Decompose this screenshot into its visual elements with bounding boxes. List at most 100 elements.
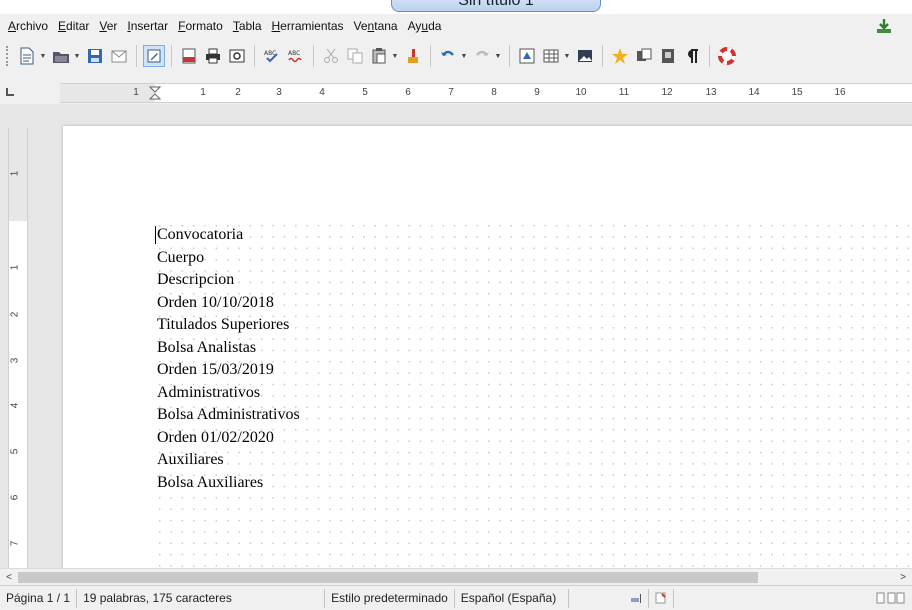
menu-insertar[interactable]: Insertar (122, 19, 173, 33)
ruler-left-margin (60, 84, 155, 102)
spellcheck-icon[interactable]: ABC (261, 45, 283, 67)
vruler-label: 3 (9, 357, 21, 364)
menu-formato[interactable]: Formato (173, 19, 228, 33)
document-page[interactable]: Convocatoria Cuerpo Descripcion Orden 10… (63, 126, 912, 568)
save-icon[interactable] (84, 45, 106, 67)
text-line[interactable]: Administrativos (157, 382, 300, 405)
vruler-label: 7 (9, 540, 21, 547)
insert-table-icon[interactable] (540, 45, 562, 67)
draw-functions-icon[interactable] (609, 45, 631, 67)
undo-icon[interactable] (437, 45, 459, 67)
ruler-row: 1 1 2 3 4 5 6 7 8 9 10 11 12 13 14 15 16 (0, 74, 912, 104)
text-line[interactable]: Descripcion (157, 269, 300, 292)
ruler-label: 7 (448, 87, 454, 98)
ruler-label: 3 (276, 87, 282, 98)
email-icon[interactable] (108, 45, 130, 67)
ruler-label: 6 (405, 87, 411, 98)
help-lifebuoy-icon[interactable] (716, 45, 738, 67)
horizontal-scrollbar[interactable]: < > (0, 568, 912, 585)
toolbar-separator (602, 45, 603, 67)
insert-image-icon[interactable] (574, 45, 596, 67)
ruler-label: 1 (133, 87, 139, 98)
document-area: 1 1 2 3 4 5 6 7 Convocatoria Cuerpo Desc… (0, 104, 912, 568)
toolbar-separator (430, 45, 431, 67)
print-preview-icon[interactable] (226, 45, 248, 67)
word-count[interactable]: 19 palabras, 175 caracteres (77, 588, 326, 608)
toolbar-separator (313, 45, 314, 67)
table-dropdown-icon[interactable]: ▼ (563, 45, 571, 67)
text-line[interactable]: Orden 15/03/2019 (157, 359, 300, 382)
text-line[interactable]: Bolsa Auxiliares (157, 472, 300, 495)
vruler-label: 6 (9, 494, 21, 501)
undo-dropdown-icon[interactable]: ▼ (460, 45, 468, 67)
ruler-label: 8 (491, 87, 497, 98)
view-layout-icon[interactable] (870, 589, 912, 608)
document-text[interactable]: Convocatoria Cuerpo Descripcion Orden 10… (157, 224, 300, 494)
menu-editar[interactable]: Editar (53, 19, 94, 33)
ruler-label: 16 (834, 87, 846, 98)
text-line[interactable]: Bolsa Administrativos (157, 404, 300, 427)
navigator-icon[interactable] (516, 45, 538, 67)
ruler-label: 4 (319, 87, 325, 98)
window-title: Sin título 1 (391, 0, 601, 12)
horizontal-ruler[interactable]: 1 1 2 3 4 5 6 7 8 9 10 11 12 13 14 15 16 (60, 83, 912, 103)
menubar: Archivo Editar Ver Insertar Formato Tabl… (0, 14, 912, 38)
selection-mode-icon[interactable] (649, 588, 674, 608)
tab-stop-selector-icon[interactable] (6, 88, 14, 96)
scrollbar-thumb[interactable] (18, 572, 758, 583)
menu-tabla[interactable]: Tabla (228, 19, 267, 33)
ruler-label: 5 (362, 87, 368, 98)
toolbar-grip[interactable] (6, 46, 9, 66)
scroll-left-button[interactable]: < (2, 571, 16, 584)
text-line[interactable]: Convocatoria (157, 224, 300, 247)
vruler-label: 1 (9, 170, 21, 177)
text-line[interactable]: Bolsa Analistas (157, 337, 300, 360)
menu-archivo[interactable]: Archivo (3, 19, 53, 33)
autospellcheck-icon[interactable]: ABC (285, 45, 307, 67)
print-icon[interactable] (202, 45, 224, 67)
edit-mode-icon[interactable] (143, 45, 165, 67)
hyperlink-icon[interactable] (633, 45, 655, 67)
ruler-label: 1 (200, 87, 206, 98)
ruler-label: 11 (618, 87, 630, 98)
insert-mode-icon[interactable] (569, 588, 649, 608)
text-line[interactable]: Cuerpo (157, 247, 300, 270)
text-line[interactable]: Orden 10/10/2018 (157, 292, 300, 315)
vruler-label: 4 (9, 402, 21, 409)
menu-ventana[interactable]: Ventana (349, 19, 403, 33)
page-count[interactable]: Página 1 / 1 (0, 588, 78, 608)
paste-icon[interactable] (368, 45, 390, 67)
language[interactable]: Español (España) (455, 588, 569, 608)
text-line[interactable]: Orden 01/02/2020 (157, 427, 300, 450)
ruler-label: 14 (748, 87, 760, 98)
svg-text:ABC: ABC (288, 50, 300, 57)
copy-icon[interactable] (344, 45, 366, 67)
scroll-right-button[interactable]: > (896, 571, 910, 584)
ruler-label: 13 (705, 87, 717, 98)
open-dropdown-icon[interactable]: ▼ (73, 45, 81, 67)
open-folder-icon[interactable] (50, 45, 72, 67)
ruler-label: 15 (791, 87, 803, 98)
standard-toolbar: ▼ ▼ ABC ABC ▼ ▼ ▼ ▼ (0, 38, 912, 74)
redo-dropdown-icon[interactable]: ▼ (494, 45, 502, 67)
indent-marker-icon[interactable] (149, 86, 161, 100)
paste-dropdown-icon[interactable]: ▼ (391, 45, 399, 67)
page-style[interactable]: Estilo predeterminado (325, 588, 455, 608)
menu-ayuda[interactable]: Ayuda (403, 19, 447, 33)
menu-herramientas[interactable]: Herramientas (267, 19, 349, 33)
export-pdf-icon[interactable] (178, 45, 200, 67)
new-dropdown-icon[interactable]: ▼ (39, 45, 47, 67)
menu-ver[interactable]: Ver (94, 19, 122, 33)
new-document-icon[interactable] (16, 45, 38, 67)
cut-icon[interactable] (320, 45, 342, 67)
clone-formatting-icon[interactable] (402, 45, 424, 67)
formatting-marks-icon[interactable] (681, 45, 703, 67)
toolbar-separator (709, 45, 710, 67)
redo-icon[interactable] (471, 45, 493, 67)
text-line[interactable]: Titulados Superiores (157, 314, 300, 337)
toolbar-separator (509, 45, 510, 67)
text-line[interactable]: Auxiliares (157, 449, 300, 472)
download-update-icon[interactable] (876, 18, 892, 34)
footnote-icon[interactable] (657, 45, 679, 67)
vertical-ruler[interactable]: 1 1 2 3 4 5 6 7 (8, 128, 28, 568)
